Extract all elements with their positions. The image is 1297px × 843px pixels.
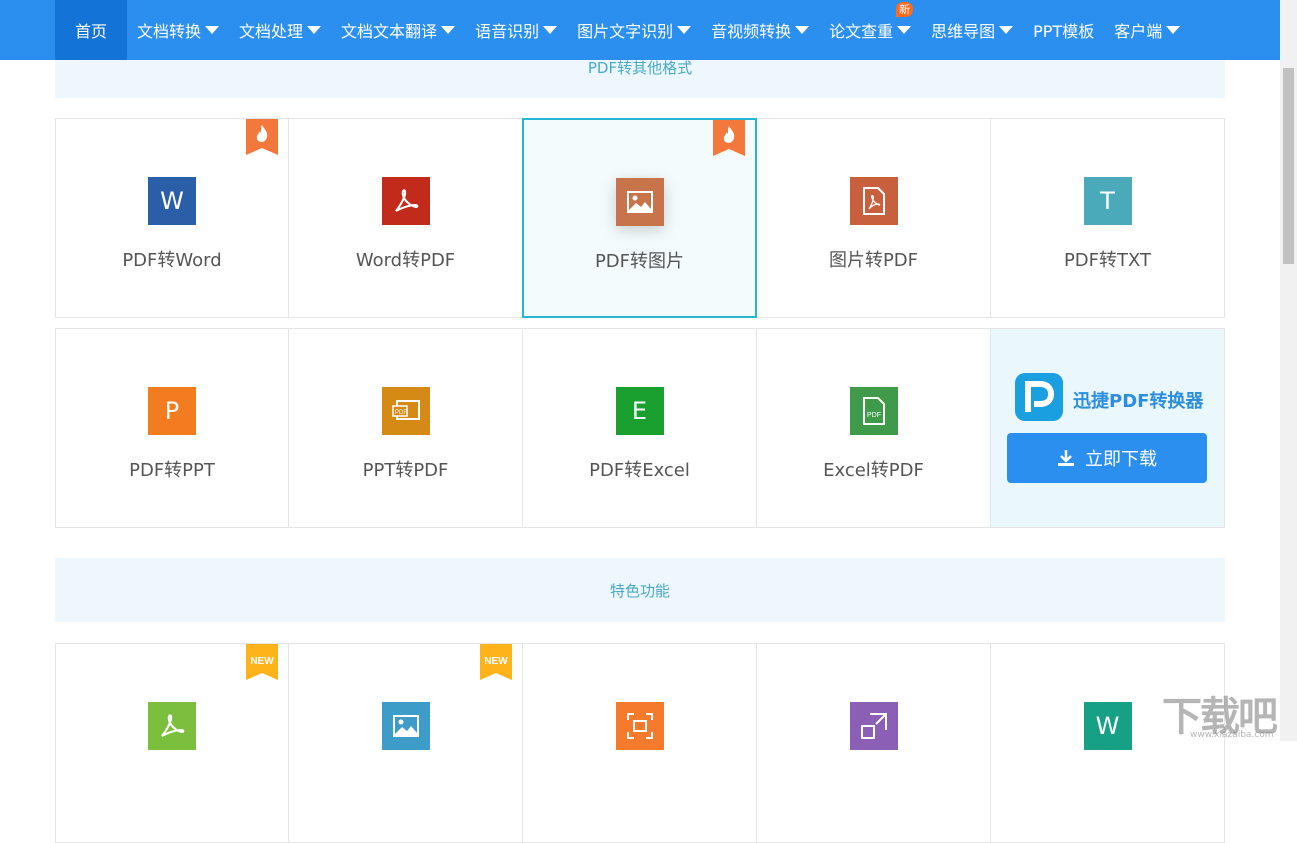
download-button[interactable]: 立即下载 [1007,433,1207,483]
tool-card[interactable]: PDF转图片 [522,118,757,318]
nav-item-label: 图片文字识别 [577,18,673,42]
nav-item-label: 思维导图 [931,18,995,42]
nav-item-label: 文档处理 [239,18,303,42]
pdf-acrobat-icon [148,702,196,750]
tool-label: PDF转Excel [523,456,756,482]
nav-item-label: 客户端 [1114,18,1162,42]
nav-item-6[interactable]: 音视频转换 [701,0,819,60]
tool-card[interactable]: Word转PDF [288,118,523,318]
nav-menu: 首页文档转换文档处理文档文本翻译语音识别图片文字识别音视频转换论文查重新思维导图… [55,0,1190,60]
nav-item-0[interactable]: 首页 [55,0,127,60]
excel-icon: E [616,387,664,435]
image-icon [616,178,664,226]
new-badge: 新 [896,2,913,17]
caret-down-icon [1166,26,1180,34]
app-logo-icon [1015,373,1063,421]
tool-label: PDF转图片 [524,247,755,273]
caret-down-icon [795,26,809,34]
tool-card[interactable]: P PDF转PPT [55,328,289,528]
tool-grid-row-3: NEW NEW W [55,643,1225,843]
nav-item-3[interactable]: 文档文本翻译 [331,0,465,60]
nav-item-label: 论文查重 [829,18,893,42]
nav-item-4[interactable]: 语音识别 [465,0,567,60]
tool-label: PPT转PDF [289,456,522,482]
nav-item-8[interactable]: 思维导图 [921,0,1023,60]
nav-item-label: 音视频转换 [711,18,791,42]
nav-item-1[interactable]: 文档转换 [127,0,229,60]
svg-text:PDF: PDF [395,410,407,416]
watermark-logo: 下载吧 www.xiazaiba.com [1162,684,1280,734]
svg-text:NEW: NEW [484,656,508,667]
ppt-icon: P [148,387,196,435]
word-icon: W [1084,702,1132,750]
tool-label: PDF转Word [56,246,288,272]
section-title: PDF转其他格式 [588,57,692,78]
tool-card[interactable]: W PDF转Word [55,118,289,318]
nav-item-9[interactable]: PPT模板 [1023,0,1104,60]
tool-card[interactable]: E PDF转Excel [522,328,757,528]
tool-label: Word转PDF [289,246,522,272]
svg-text:NEW: NEW [250,656,274,667]
tool-label: Excel转PDF [757,456,990,482]
tool-card[interactable]: PDF Excel转PDF [756,328,991,528]
vertical-scrollbar[interactable] [1280,0,1297,741]
excel-pdf-icon: PDF [850,387,898,435]
section-header-features: 特色功能 [55,558,1225,622]
nav-item-label: 文档文本翻译 [341,18,437,42]
nav-item-label: PPT模板 [1033,18,1094,42]
download-button-label: 立即下载 [1085,445,1157,471]
nav-item-label: 语音识别 [475,18,539,42]
nav-item-10[interactable]: 客户端 [1104,0,1190,60]
tool-card[interactable] [756,643,991,843]
scroll-thumb[interactable] [1283,68,1294,264]
caret-down-icon [307,26,321,34]
nav-item-5[interactable]: 图片文字识别 [567,0,701,60]
section-header-pdf-convert: PDF转其他格式 [55,60,1225,98]
svg-text:PDF: PDF [867,412,881,419]
scan-icon [616,702,664,750]
nav-item-label: 首页 [75,18,107,42]
resize-icon [850,702,898,750]
image-icon [382,702,430,750]
caret-down-icon [677,26,691,34]
tool-card[interactable]: 图片转PDF [756,118,991,318]
tool-grid-row-2: P PDF转PPT PDF PPT转PDF E PDF转Excel PDF Excel转PDF… [55,328,1225,528]
tool-label: 图片转PDF [757,246,990,272]
tool-card[interactable]: PDF PPT转PDF [288,328,523,528]
word-doc-icon: W [148,177,196,225]
nav-item-7[interactable]: 论文查重新 [819,0,921,60]
tool-card[interactable]: W [990,643,1225,843]
caret-down-icon [441,26,455,34]
caret-down-icon [543,26,557,34]
nav-item-2[interactable]: 文档处理 [229,0,331,60]
tool-card[interactable]: NEW [288,643,523,843]
ppt-pdf-icon: PDF [382,387,430,435]
text-icon: T [1084,177,1132,225]
promo-card: 迅捷PDF转换器立即下载 [990,328,1225,528]
promo-title: 迅捷PDF转换器 [1073,387,1203,413]
tool-label: PDF转TXT [991,246,1224,272]
tool-grid-row-1: W PDF转WordWord转PDFPDF转图片图片转PDF T PDF转TXT [55,118,1225,318]
top-nav: 首页文档转换文档处理文档文本翻译语音识别图片文字识别音视频转换论文查重新思维导图… [0,0,1280,60]
caret-down-icon [897,26,911,34]
tool-card[interactable]: NEW [55,643,289,843]
pdf-file-icon [850,177,898,225]
caret-down-icon [205,26,219,34]
pdf-acrobat-icon [382,177,430,225]
tool-card[interactable]: T PDF转TXT [990,118,1225,318]
tool-label: PDF转PPT [56,456,288,482]
download-icon [1057,449,1075,467]
nav-item-label: 文档转换 [137,18,201,42]
tool-card[interactable] [522,643,757,843]
section-title: 特色功能 [610,580,670,601]
caret-down-icon [999,26,1013,34]
